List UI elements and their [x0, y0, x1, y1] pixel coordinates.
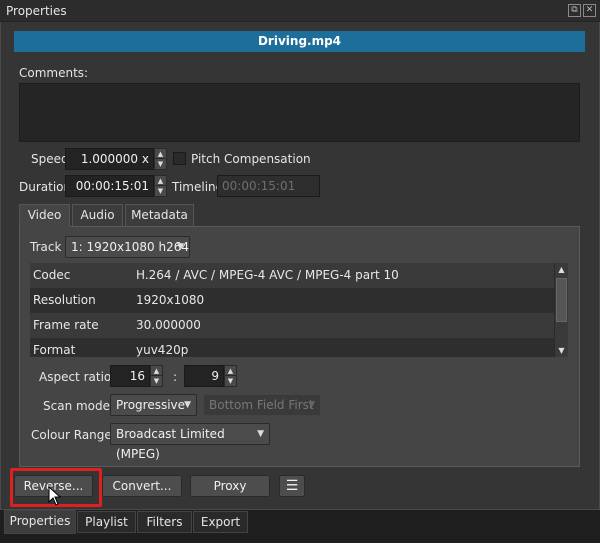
- duration-spinner[interactable]: ▲ ▼: [154, 175, 167, 197]
- row-value: 30.000000: [136, 318, 201, 332]
- bottom-tab-playlist[interactable]: Playlist: [77, 511, 136, 533]
- scan-mode-label: Scan mode: [43, 399, 111, 413]
- comments-label: Comments:: [19, 66, 89, 80]
- spin-up-icon[interactable]: ▲: [155, 176, 166, 186]
- scroll-down-icon[interactable]: ▼: [555, 344, 568, 357]
- float-icon[interactable]: ⧉: [568, 4, 581, 17]
- file-name-header: Driving.mp4: [14, 31, 585, 52]
- scrollbar-thumb[interactable]: [556, 278, 567, 322]
- speed-spinner[interactable]: ▲ ▼: [154, 148, 167, 170]
- spin-up-icon[interactable]: ▲: [155, 149, 166, 159]
- spin-up-icon[interactable]: ▲: [151, 366, 162, 376]
- chevron-down-icon: ▼: [177, 242, 184, 252]
- chevron-down-icon: ▼: [184, 400, 191, 410]
- timeline-label: Timeline: [172, 180, 224, 194]
- mouse-cursor-icon: [48, 486, 62, 506]
- table-row: Format yuv420p: [30, 338, 554, 357]
- chevron-down-icon: ▼: [257, 429, 264, 439]
- menu-button[interactable]: ☰: [279, 475, 305, 497]
- colour-range-select[interactable]: Broadcast Limited (MPEG) ▼: [110, 423, 270, 461]
- track-label: Track: [30, 240, 62, 254]
- pitch-compensation-checkbox[interactable]: [173, 152, 186, 165]
- spin-down-icon[interactable]: ▼: [151, 376, 162, 386]
- speed-input[interactable]: 1.000000 x: [65, 148, 154, 170]
- convert-button[interactable]: Convert...: [102, 475, 182, 497]
- track-select[interactable]: 1: 1920x1080 h264 ▼: [65, 236, 190, 258]
- row-value: 1920x1080: [136, 293, 205, 307]
- spin-down-icon[interactable]: ▼: [225, 376, 236, 386]
- tab-metadata[interactable]: Metadata: [125, 204, 194, 226]
- row-key: Codec: [33, 268, 71, 282]
- tab-audio[interactable]: Audio: [72, 204, 123, 226]
- spin-up-icon[interactable]: ▲: [225, 366, 236, 376]
- aspect-denominator-input[interactable]: 9: [184, 365, 224, 387]
- title-bar: Properties ⧉ ✕: [0, 0, 600, 22]
- chevron-down-icon: ▼: [308, 400, 315, 410]
- speed-label: Speed: [31, 152, 69, 166]
- aspect-numerator-input[interactable]: 16: [110, 365, 150, 387]
- scroll-up-icon[interactable]: ▲: [555, 263, 568, 276]
- track-select-value: 1: 1920x1080 h264: [71, 240, 189, 254]
- table-row: Resolution 1920x1080: [30, 288, 554, 313]
- duration-label: Duration: [19, 180, 72, 194]
- table-scrollbar[interactable]: ▲ ▼: [554, 263, 568, 357]
- field-order-select: Bottom Field First ▼: [203, 394, 321, 416]
- spin-down-icon[interactable]: ▼: [155, 159, 166, 169]
- pitch-compensation-label: Pitch Compensation: [191, 152, 311, 166]
- spin-down-icon[interactable]: ▼: [155, 186, 166, 196]
- scan-mode-value: Progressive: [116, 398, 186, 412]
- aspect-denominator-spinner[interactable]: ▲ ▼: [224, 365, 237, 387]
- media-info-table: Codec H.264 / AVC / MPEG-4 AVC / MPEG-4 …: [30, 263, 554, 357]
- field-order-value: Bottom Field First: [209, 398, 314, 412]
- bottom-tab-properties[interactable]: Properties: [4, 510, 76, 534]
- close-icon[interactable]: ✕: [583, 4, 596, 17]
- table-row: Frame rate 30.000000: [30, 313, 554, 338]
- row-value: H.264 / AVC / MPEG-4 AVC / MPEG-4 part 1…: [136, 268, 399, 282]
- proxy-button[interactable]: Proxy: [190, 475, 270, 497]
- aspect-separator: :: [173, 370, 178, 384]
- tab-video[interactable]: Video: [19, 204, 70, 227]
- table-row: Codec H.264 / AVC / MPEG-4 AVC / MPEG-4 …: [30, 263, 554, 288]
- aspect-numerator-spinner[interactable]: ▲ ▼: [150, 365, 163, 387]
- timeline-input: 00:00:15:01: [217, 175, 320, 197]
- aspect-ratio-label: Aspect ratio: [39, 370, 112, 384]
- row-key: Format: [33, 343, 76, 357]
- colour-range-label: Colour Range: [31, 428, 112, 442]
- row-key: Frame rate: [33, 318, 99, 332]
- window-title: Properties: [6, 4, 67, 18]
- duration-input[interactable]: 00:00:15:01: [65, 175, 154, 197]
- bottom-tab-filters[interactable]: Filters: [137, 511, 192, 533]
- row-value: yuv420p: [136, 343, 189, 357]
- scan-mode-select[interactable]: Progressive ▼: [110, 394, 197, 416]
- row-key: Resolution: [33, 293, 96, 307]
- comments-textarea[interactable]: [19, 83, 580, 142]
- bottom-tab-export[interactable]: Export: [193, 511, 248, 533]
